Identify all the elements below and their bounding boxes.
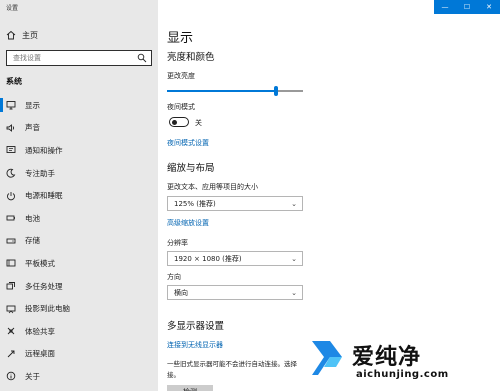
resolution-label: 分辨率: [167, 239, 188, 247]
night-light-label: 夜间模式: [167, 103, 195, 111]
sidebar-item-sound[interactable]: 声音: [0, 117, 158, 140]
sidebar-item-label: 关于: [25, 371, 40, 381]
monitor-icon: [6, 100, 16, 110]
multi-display-heading: 多显示器设置: [167, 321, 225, 332]
orientation-value: 横向: [174, 288, 188, 297]
sidebar-item-multitasking[interactable]: 多任务处理: [0, 275, 158, 298]
search-icon[interactable]: [137, 53, 147, 63]
sidebar-item-label: 体验共享: [25, 326, 55, 336]
sidebar-item-project-to-pc[interactable]: 投影到此电脑: [0, 297, 158, 320]
chevron-down-icon: ⌄: [291, 288, 297, 297]
advanced-scaling-link[interactable]: 高级缩放设置: [167, 218, 209, 228]
sidebar-item-battery[interactable]: 电池: [0, 207, 158, 230]
sidebar-item-label: 声音: [25, 123, 40, 133]
watermark-url: aichunjing.com: [356, 369, 449, 380]
watermark-text: 爱纯净: [352, 345, 422, 370]
sidebar-item-power[interactable]: 电源和睡眠: [0, 184, 158, 207]
sidebar-item-label: 电池: [25, 213, 40, 223]
orientation-label: 方向: [167, 273, 181, 281]
sidebar-item-tablet-mode[interactable]: 平板模式: [0, 252, 158, 275]
slider-fill: [167, 90, 276, 92]
brightness-heading: 亮度和颜色: [167, 52, 215, 63]
sidebar-item-label: 通知和操作: [25, 145, 63, 155]
notification-icon: [6, 145, 16, 155]
night-light-state: 关: [195, 119, 202, 127]
home-label: 主页: [22, 30, 38, 40]
watermark-logo-icon: [312, 341, 342, 375]
chevron-down-icon: ⌄: [291, 199, 297, 208]
scale-heading: 缩放与布局: [167, 163, 215, 174]
sidebar-item-label: 显示: [25, 100, 40, 110]
sidebar-item-label: 平板模式: [25, 258, 55, 268]
watermark: 爱纯净 aichunjing.com: [308, 337, 494, 387]
multi-display-description: 一些旧式显示器可能不会进行自动连接。选择 接。: [167, 359, 317, 381]
sidebar-item-label: 多任务处理: [25, 281, 63, 291]
sidebar-item-remote-desktop[interactable]: 远程桌面: [0, 343, 158, 366]
resolution-value: 1920 × 1080 (推荐): [174, 254, 242, 263]
sidebar-item-label: 远程桌面: [25, 349, 55, 359]
scale-value: 125% (推荐): [174, 199, 216, 208]
projector-icon: [6, 304, 16, 314]
sidebar-item-focus-assist[interactable]: 专注助手: [0, 162, 158, 185]
description-line: 一些旧式显示器可能不会进行自动连接。选择: [167, 360, 297, 368]
resolution-dropdown[interactable]: 1920 × 1080 (推荐) ⌄: [167, 251, 303, 266]
page-title: 显示: [167, 31, 194, 46]
info-icon: [6, 371, 16, 381]
description-line: 接。: [167, 371, 180, 379]
brightness-label: 更改亮度: [167, 72, 195, 80]
sidebar-item-shared-experiences[interactable]: 体验共享: [0, 320, 158, 343]
main-content: 显示 亮度和颜色 更改亮度 夜间模式 关 夜间模式设置 缩放与布局 更改文本、应…: [167, 0, 500, 391]
home-link[interactable]: 主页: [6, 28, 38, 42]
brightness-slider[interactable]: [167, 86, 303, 96]
power-icon: [6, 191, 16, 201]
search-input[interactable]: [13, 54, 123, 62]
sidebar-item-about[interactable]: 关于: [0, 365, 158, 388]
sidebar-item-label: 投影到此电脑: [25, 304, 70, 314]
sidebar-item-storage[interactable]: 存储: [0, 230, 158, 253]
sidebar-item-label: 专注助手: [25, 168, 55, 178]
night-light-settings-link[interactable]: 夜间模式设置: [167, 138, 209, 148]
toggle-knob: [172, 119, 177, 125]
section-title-system: 系统: [6, 77, 22, 86]
sidebar-item-label: 存储: [25, 236, 40, 246]
sidebar-item-notifications[interactable]: 通知和操作: [0, 139, 158, 162]
home-icon: [6, 30, 16, 40]
remote-icon: [6, 349, 16, 359]
orientation-dropdown[interactable]: 横向 ⌄: [167, 285, 303, 300]
night-light-toggle[interactable]: [169, 117, 189, 127]
sidebar-item-label: 电源和睡眠: [25, 191, 63, 201]
scale-dropdown[interactable]: 125% (推荐) ⌄: [167, 196, 303, 211]
share-icon: [6, 326, 16, 336]
scale-label: 更改文本、应用等项目的大小: [167, 183, 258, 191]
moon-icon: [6, 168, 16, 178]
chevron-down-icon: ⌄: [291, 254, 297, 263]
detect-button[interactable]: 检测: [167, 385, 213, 391]
sidebar-nav: 显示 声音 通知和操作 专注助手 电源和睡眠 电池 存储 平板模式 多任务处理 …: [0, 94, 158, 388]
app-title: 设置: [6, 5, 19, 12]
tablet-icon: [6, 258, 16, 268]
wireless-display-link[interactable]: 连接到无线显示器: [167, 340, 223, 350]
sidebar-item-display[interactable]: 显示: [0, 94, 158, 117]
battery-icon: [6, 213, 16, 223]
search-box[interactable]: [6, 50, 152, 66]
slider-thumb[interactable]: [273, 86, 278, 96]
speaker-icon: [6, 123, 16, 133]
multitask-icon: [6, 281, 16, 291]
storage-icon: [6, 236, 16, 246]
sidebar: 设置 主页 系统 显示 声音 通知和操作 专注助手: [0, 0, 158, 391]
